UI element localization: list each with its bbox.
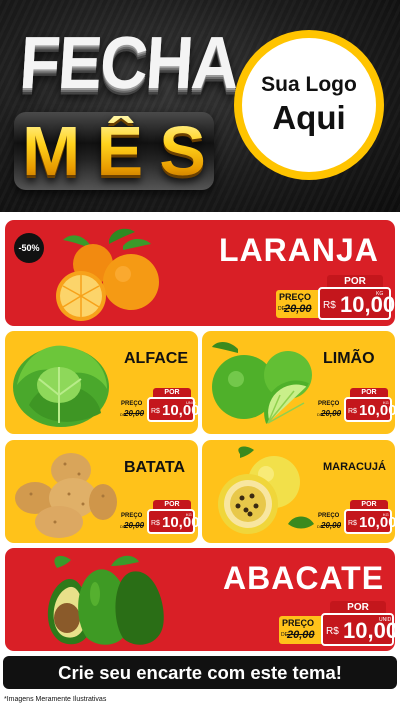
old-price-box: PREÇO DE 20,00 — [119, 400, 149, 420]
lettuce-icon — [13, 345, 109, 427]
new-price: 10,00 — [359, 514, 395, 531]
price-tag: POR PREÇO DE 20,00 R$ 10,00 KG — [316, 500, 395, 534]
product-name: MARACUJÁ — [323, 461, 386, 473]
price-unit: KG — [383, 400, 389, 405]
new-price-box: R$ 10,00 KG — [344, 397, 395, 422]
passion-fruit-icon — [218, 446, 314, 534]
title-letter: M — [22, 112, 81, 190]
product-name: ALFACE — [124, 350, 188, 367]
preco-label: PREÇO — [318, 513, 340, 519]
title-letter: Ê — [96, 112, 144, 190]
old-price: 20,00 — [321, 409, 342, 418]
price-tag: POR PREÇO DE 20,00 R$ 10,00 KG — [119, 500, 198, 534]
old-price: 20,00 — [321, 521, 342, 530]
price-tag: POR PREÇO DE 20,00 R$ 10,00 UNID — [279, 601, 395, 646]
preco-label: PREÇO — [121, 401, 143, 407]
logo-text-line2: Aqui — [272, 99, 346, 136]
potato-icon — [15, 453, 117, 538]
currency: R$ — [151, 520, 160, 527]
product-card-limao: LIMÃO POR PREÇO DE 20,00 R$ 10,00 KG — [202, 331, 395, 434]
product-name: LARANJA — [219, 232, 379, 268]
new-price-box: R$ 10,00 UNID — [321, 613, 395, 646]
currency: R$ — [323, 300, 336, 311]
product-card-alface: ALFACE POR PREÇO DE 20,00 R$ 10,00 UNID — [5, 331, 198, 434]
product-card-laranja: -50% LARANJA POR PREÇO DE 20,00 R$ 10,00… — [5, 220, 395, 326]
price-tag: POR PREÇO DE 20,00 R$ 10,00 UNID — [119, 388, 198, 422]
product-name: BATATA — [124, 459, 186, 476]
disclaimer-text: *Imagens Meramente Ilustrativas — [4, 696, 107, 703]
new-price-box: R$ 10,00 UNID — [147, 397, 198, 422]
price-unit: UNID — [186, 400, 196, 405]
currency: R$ — [151, 408, 160, 415]
old-price: 20,00 — [287, 629, 315, 641]
new-price-box: R$ 10,00 KG — [318, 287, 395, 320]
cta-banner[interactable]: Crie seu encarte com este tema! — [3, 656, 397, 689]
old-price-box: PREÇO DE 20,00 — [316, 400, 346, 420]
preco-label: PREÇO — [121, 513, 143, 519]
price-unit: KG — [186, 512, 192, 517]
price-unit: KG — [376, 291, 384, 297]
header-banner: FECHA M Ê S Sua Logo Aqui — [0, 0, 400, 212]
product-card-abacate: ABACATE POR PREÇO DE 20,00 R$ 10,00 UNID — [5, 548, 395, 651]
new-price: 10,00 — [359, 402, 395, 419]
preco-label: PREÇO — [318, 401, 340, 407]
old-price-box: PREÇO DE 20,00 — [279, 616, 323, 644]
new-price-box: R$ 10,00 KG — [147, 509, 198, 534]
title-fecha: FECHA — [17, 20, 240, 104]
title-letter: S — [159, 112, 206, 190]
orange-icon — [56, 228, 159, 321]
currency: R$ — [326, 626, 339, 637]
old-price: 20,00 — [124, 409, 145, 418]
new-price: 10,00 — [162, 514, 198, 531]
new-price: 10,00 — [340, 292, 395, 317]
price-tag: POR PREÇO DE 20,00 R$ 10,00 KG — [316, 388, 395, 422]
product-name: ABACATE — [223, 560, 385, 596]
lime-icon — [212, 342, 312, 424]
logo-text-line1: Sua Logo — [261, 73, 357, 96]
currency: R$ — [348, 520, 357, 527]
avocado-icon — [47, 555, 164, 645]
price-tag: POR PREÇO DE 20,00 R$ 10,00 KG — [276, 275, 395, 320]
discount-badge: -50% — [14, 233, 44, 263]
old-price-box: PREÇO DE 20,00 — [276, 290, 320, 318]
old-price: 20,00 — [124, 521, 145, 530]
currency: R$ — [348, 408, 357, 415]
product-card-maracuja: MARACUJÁ POR PREÇO DE 20,00 R$ 10,00 KG — [202, 440, 395, 543]
product-name: LIMÃO — [323, 350, 375, 367]
title-mes: M Ê S — [14, 106, 214, 196]
old-price: 20,00 — [284, 303, 312, 315]
old-price-box: PREÇO DE 20,00 — [316, 512, 346, 532]
preco-label: PREÇO — [282, 618, 315, 628]
logo-placeholder: Sua Logo Aqui — [234, 30, 384, 180]
price-unit: UNID — [379, 617, 392, 623]
product-card-batata: BATATA POR PREÇO DE 20,00 R$ 10,00 KG — [5, 440, 198, 543]
old-price-box: PREÇO DE 20,00 — [119, 512, 149, 532]
price-unit: KG — [383, 512, 389, 517]
preco-label: PREÇO — [279, 292, 312, 302]
new-price-box: R$ 10,00 KG — [344, 509, 395, 534]
